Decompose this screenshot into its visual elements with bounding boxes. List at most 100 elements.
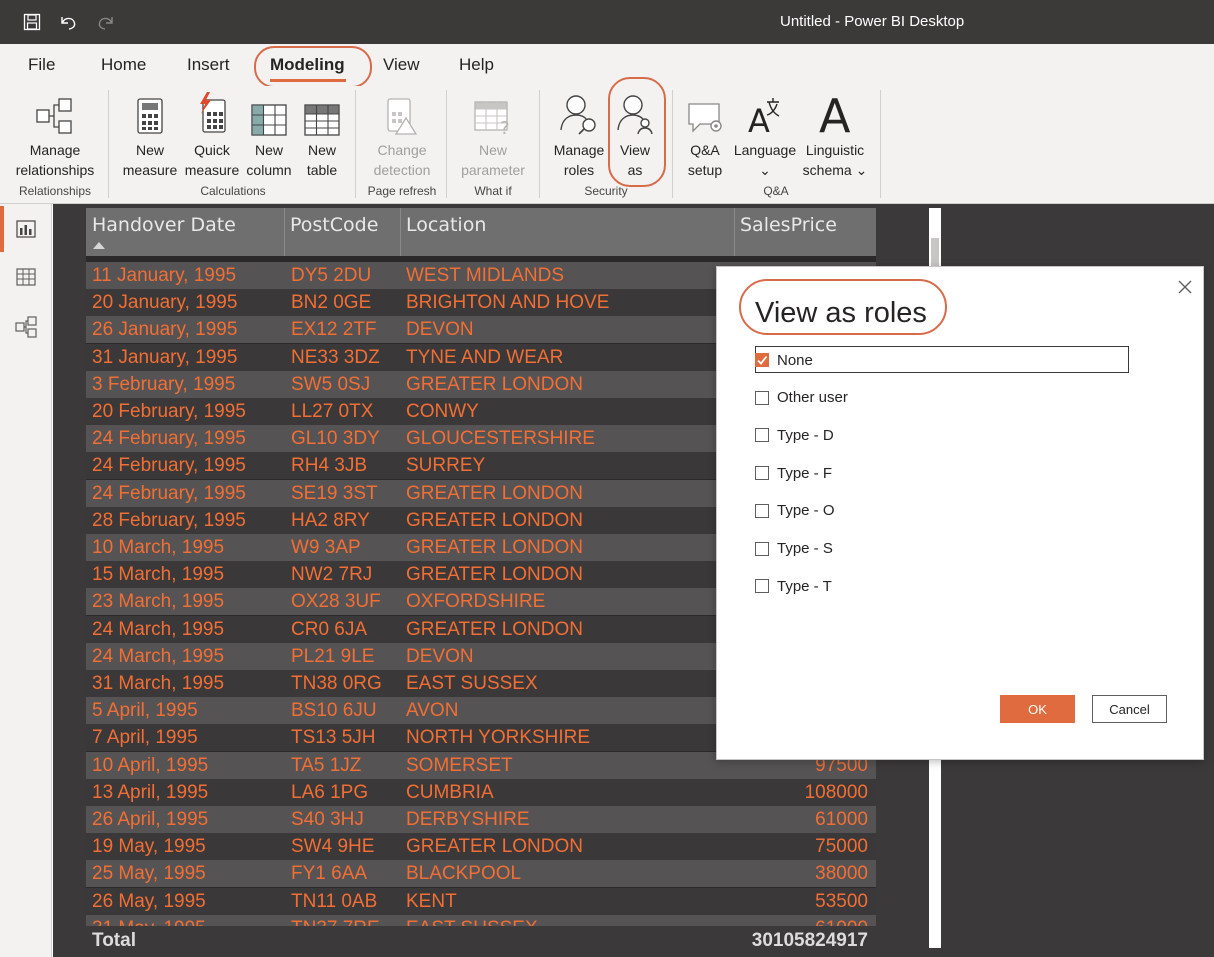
cell-handover-date: 5 April, 1995: [92, 700, 198, 722]
checkbox-icon[interactable]: [755, 428, 769, 443]
close-icon[interactable]: [1175, 277, 1195, 297]
role-option[interactable]: Type - O: [755, 499, 835, 523]
header-location[interactable]: Location: [406, 214, 486, 236]
new-parameter-button[interactable]: ? New parameter: [454, 86, 532, 180]
svg-text:A: A: [748, 102, 770, 136]
checkbox-icon[interactable]: [755, 466, 769, 481]
ok-button[interactable]: OK: [1000, 695, 1075, 723]
cell-postcode: EX12 2TF: [291, 319, 377, 341]
view-as-button[interactable]: View as: [610, 86, 660, 180]
cell-handover-date: 24 March, 1995: [92, 618, 225, 640]
new-measure-button[interactable]: New measure: [118, 86, 182, 180]
cell-postcode: TA5 1JZ: [291, 754, 362, 776]
manage-relationships-line1: Manage: [29, 142, 81, 158]
manage-roles-line2: roles: [563, 162, 595, 178]
tab-insert[interactable]: Insert: [187, 55, 230, 75]
new-table-button[interactable]: New table: [296, 86, 348, 180]
cancel-button[interactable]: Cancel: [1092, 695, 1167, 723]
manage-relationships-button[interactable]: Manage relationships: [8, 86, 102, 180]
table-row[interactable]: 26 April, 1995 S40 3HJ DERBYSHIRE 61000: [86, 806, 876, 833]
ribbon-separator: [880, 90, 881, 198]
cell-postcode: CR0 6JA: [291, 618, 368, 640]
cell-handover-date: 31 January, 1995: [92, 346, 238, 368]
cell-handover-date: 31 March, 1995: [92, 673, 225, 694]
group-calculations: Calculations: [200, 184, 266, 198]
header-salesprice[interactable]: SalesPrice: [740, 214, 837, 236]
table-row[interactable]: 13 April, 1995 LA6 1PG CUMBRIA 108000: [86, 778, 876, 806]
cell-handover-date: 24 February, 1995: [92, 455, 246, 477]
manage-roles-line1: Manage: [553, 142, 605, 158]
table-row[interactable]: 19 May, 1995 SW4 9HE GREATER LONDON 75000: [86, 833, 876, 861]
role-label: Type - F: [777, 464, 833, 482]
linguistic-schema-line1: Linguistic: [805, 142, 865, 158]
table-row[interactable]: 25 May, 1995 FY1 6AA BLACKPOOL 38000: [86, 860, 876, 888]
role-option[interactable]: Type - D: [755, 423, 834, 447]
role-option[interactable]: Type - T: [755, 574, 832, 598]
group-page-refresh: Page refresh: [367, 184, 437, 198]
cell-postcode: S40 3HJ: [291, 809, 364, 830]
cell-salesprice: 61000: [815, 809, 868, 830]
role-label: Type - D: [777, 426, 834, 444]
manage-roles-button[interactable]: Manage roles: [548, 86, 610, 180]
cell-handover-date: 10 April, 1995: [92, 754, 209, 776]
ribbon-separator: [108, 90, 109, 198]
report-view-icon[interactable]: [0, 206, 52, 252]
model-view-icon[interactable]: [0, 304, 52, 350]
cell-handover-date: 10 March, 1995: [92, 537, 225, 558]
cell-postcode: BN2 0GE: [291, 292, 372, 314]
linguistic-schema-button[interactable]: A Linguistic schema ⌄: [800, 86, 870, 180]
checkbox-icon[interactable]: [755, 541, 769, 556]
cell-postcode: PL21 9LE: [291, 645, 375, 667]
cell-location: CONWY: [406, 401, 479, 422]
checkbox-checked-icon[interactable]: [755, 353, 769, 367]
new-parameter-line1: New: [478, 142, 507, 158]
role-option[interactable]: Other user: [755, 386, 848, 410]
cell-location: CUMBRIA: [406, 781, 494, 803]
change-detection-button[interactable]: Change detection: [364, 86, 440, 180]
column-divider[interactable]: [400, 208, 401, 256]
cell-location: OXFORDSHIRE: [406, 591, 546, 613]
cell-location: GREATER LONDON: [406, 564, 584, 586]
checkbox-icon[interactable]: [755, 390, 769, 405]
qa-setup-button[interactable]: Q&A setup: [680, 86, 730, 180]
total-label: Total: [92, 930, 136, 951]
role-option[interactable]: Type - F: [755, 461, 832, 485]
cell-location: EAST SUSSEX: [406, 673, 538, 694]
cell-postcode: SE19 3ST: [291, 482, 378, 504]
tab-modeling[interactable]: Modeling: [270, 55, 345, 75]
power-bi-window: Untitled - Power BI Desktop File Home In…: [0, 0, 1214, 957]
relationships-icon: [35, 86, 75, 136]
group-qa: Q&A: [763, 184, 789, 198]
role-label: Other user: [777, 389, 848, 407]
cell-postcode: OX28 3UF: [291, 591, 381, 613]
new-table-line1: New: [307, 142, 336, 158]
data-view-icon[interactable]: [0, 254, 52, 300]
quick-measure-button[interactable]: Quick measure: [182, 86, 242, 180]
role-option[interactable]: Type - S: [755, 537, 833, 561]
new-column-button[interactable]: New column: [242, 86, 296, 180]
role-label: Type - S: [777, 540, 833, 557]
cell-postcode: W9 3AP: [291, 537, 361, 558]
tab-view[interactable]: View: [383, 55, 420, 75]
cell-salesprice: 108000: [804, 781, 868, 803]
cell-location: DERBYSHIRE: [406, 809, 530, 830]
checkbox-icon[interactable]: [755, 503, 769, 518]
cell-location: SURREY: [406, 455, 486, 477]
column-divider[interactable]: [734, 208, 735, 256]
column-divider[interactable]: [284, 208, 285, 256]
language-line1: Language: [733, 142, 797, 158]
scrollbar-thumb[interactable]: [931, 238, 939, 268]
cell-postcode: SW4 9HE: [291, 836, 375, 858]
table-row[interactable]: 26 May, 1995 TN11 0AB KENT 53500: [86, 887, 876, 915]
role-option[interactable]: None: [755, 348, 813, 372]
cell-postcode: DY5 2DU: [291, 265, 372, 286]
header-postcode[interactable]: PostCode: [290, 214, 378, 236]
cell-handover-date: 23 March, 1995: [92, 591, 225, 613]
tab-home[interactable]: Home: [101, 55, 146, 75]
tab-help[interactable]: Help: [459, 55, 494, 75]
checkbox-icon[interactable]: [755, 579, 769, 594]
language-button[interactable]: A Language ⌄: [730, 86, 800, 180]
tab-file[interactable]: File: [28, 55, 55, 75]
header-handover-date[interactable]: Handover Date: [92, 214, 236, 236]
cell-handover-date: 26 January, 1995: [92, 319, 238, 341]
